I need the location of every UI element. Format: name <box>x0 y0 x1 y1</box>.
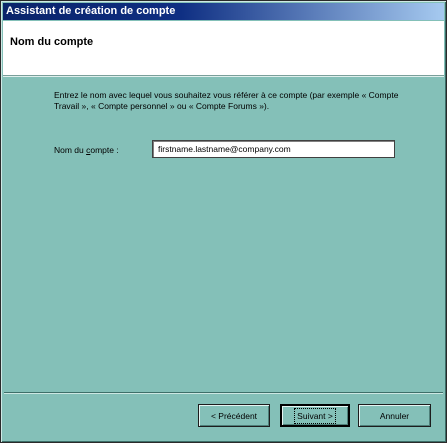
account-name-input[interactable] <box>152 140 395 158</box>
previous-button[interactable]: < Précédent <box>198 404 270 427</box>
account-name-label: Nom du compte : <box>54 145 119 155</box>
header-divider <box>3 76 444 77</box>
next-button-label: Suivant > <box>294 407 336 424</box>
account-wizard-dialog: Assistant de création de compte Nom du c… <box>0 0 447 443</box>
page-title: Nom du compte <box>10 36 94 48</box>
account-name-label-prefix: Nom du <box>54 145 87 155</box>
footer-divider <box>4 392 443 393</box>
wizard-header: Nom du compte <box>3 21 444 76</box>
cancel-button[interactable]: Annuler <box>358 404 431 427</box>
instructions-text: Entrez le nom avec lequel vous souhaitez… <box>54 90 399 111</box>
next-button[interactable]: Suivant > <box>280 404 350 427</box>
account-name-label-suffix: ompte : <box>90 145 119 155</box>
window-title: Assistant de création de compte <box>6 5 176 17</box>
title-bar[interactable]: Assistant de création de compte <box>3 3 444 20</box>
